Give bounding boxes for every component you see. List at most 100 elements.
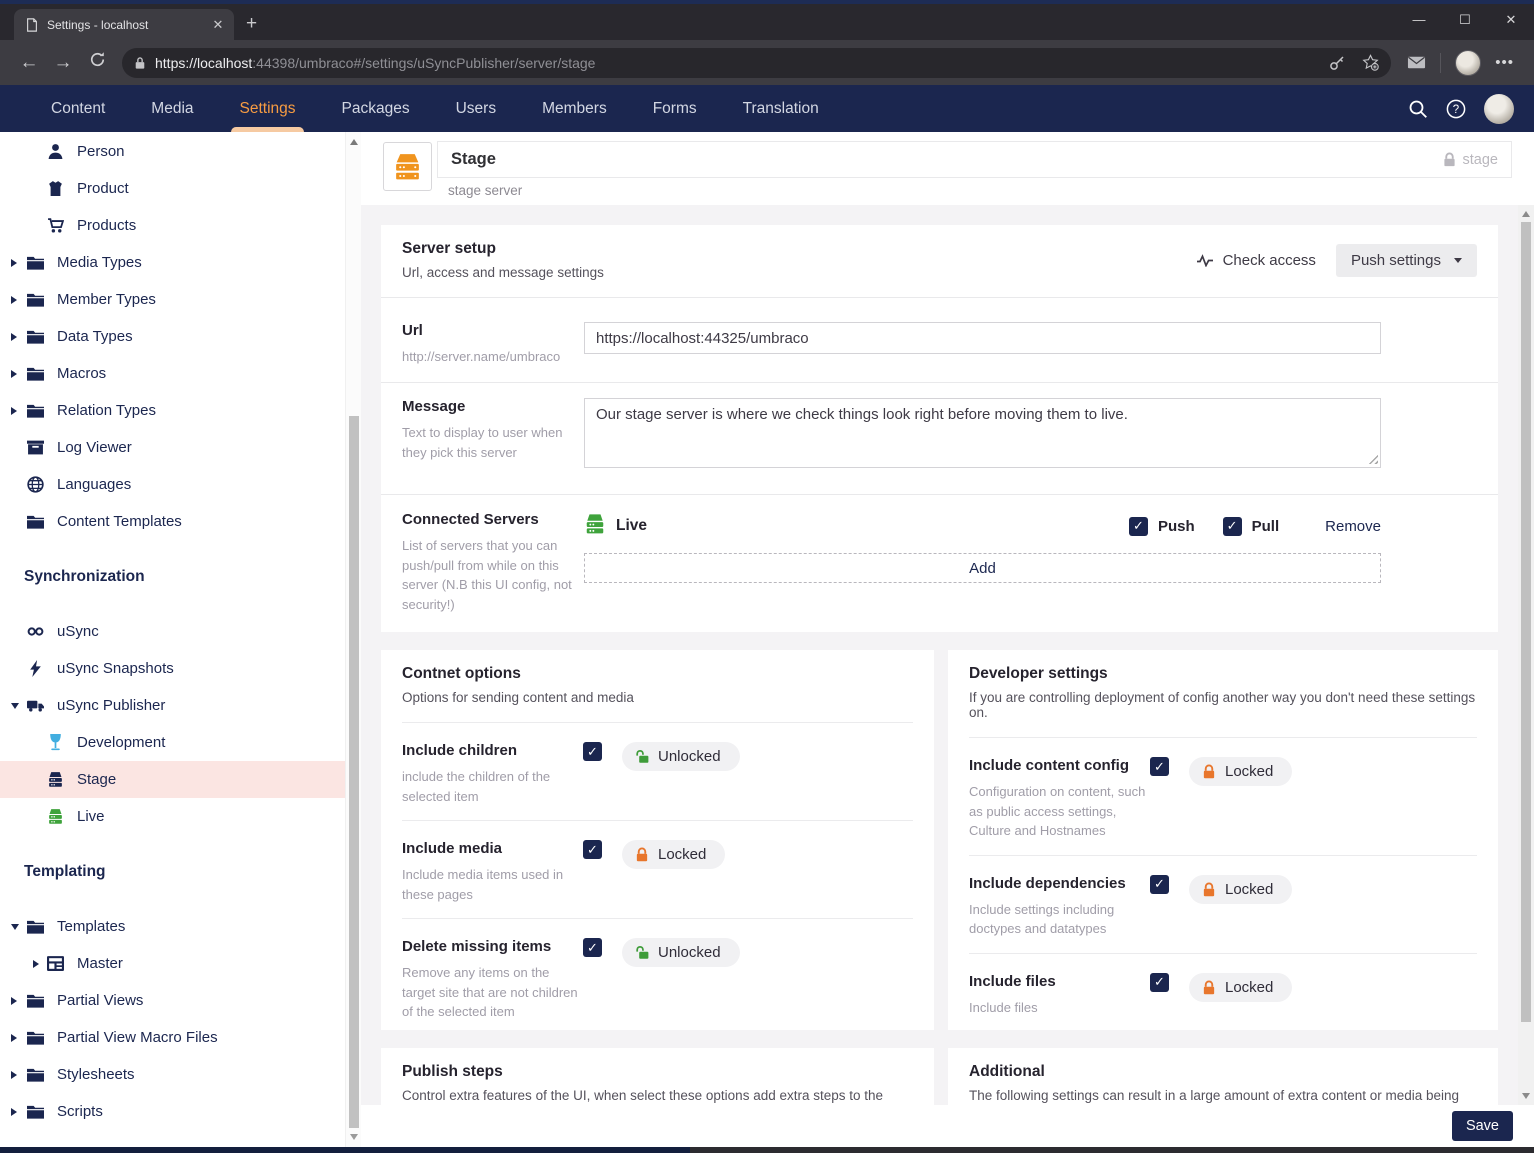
sidebar-item-member-types[interactable]: Member Types: [0, 281, 345, 318]
sidebar-item-usync-publisher[interactable]: uSync Publisher: [0, 687, 345, 724]
nav-item-members[interactable]: Members: [519, 85, 630, 132]
scroll-up-arrow-icon[interactable]: [1522, 211, 1530, 217]
sidebar-item-macros[interactable]: Macros: [0, 355, 345, 392]
sidebar-item-usync-snapshots[interactable]: uSync Snapshots: [0, 650, 345, 687]
nav-item-settings[interactable]: Settings: [217, 85, 319, 132]
locked-badge[interactable]: Locked: [1189, 973, 1292, 1002]
include-content-config-checkbox[interactable]: ✓: [1150, 757, 1169, 776]
include-media-checkbox[interactable]: ✓: [583, 840, 602, 859]
caret-right-icon[interactable]: [11, 259, 17, 267]
address-bar[interactable]: https://localhost:44398/umbraco#/setting…: [122, 48, 1391, 78]
refresh-button[interactable]: [80, 51, 114, 74]
main-scrollbar[interactable]: [1518, 205, 1534, 1105]
sidebar-item-live[interactable]: Live: [0, 798, 345, 835]
entity-icon-box[interactable]: [383, 142, 432, 191]
nav-item-media[interactable]: Media: [128, 85, 216, 132]
sidebar-item-stylesheets[interactable]: Stylesheets: [0, 1056, 345, 1093]
back-button[interactable]: ←: [12, 52, 46, 74]
caret-right-icon[interactable]: [11, 1071, 17, 1079]
caret-down-icon[interactable]: [11, 924, 19, 930]
window-close-button[interactable]: ✕: [1488, 6, 1534, 34]
mail-icon[interactable]: [1407, 55, 1426, 70]
locked-badge[interactable]: Locked: [1189, 875, 1292, 904]
check-access-button[interactable]: Check access: [1196, 252, 1316, 269]
include-dependencies-checkbox[interactable]: ✓: [1150, 875, 1169, 894]
nav-item-content[interactable]: Content: [28, 85, 128, 132]
window-minimize-button[interactable]: —: [1396, 6, 1442, 34]
folder-icon: [27, 1103, 44, 1120]
sidebar-item-log-viewer[interactable]: Log Viewer: [0, 429, 345, 466]
sidebar-scrollbar[interactable]: [345, 132, 361, 1147]
sidebar-item-products[interactable]: Products: [0, 207, 345, 244]
caret-right-icon[interactable]: [11, 407, 17, 415]
push-settings-dropdown[interactable]: Push settings: [1336, 244, 1477, 277]
sidebar-item-templates[interactable]: Templates: [0, 908, 345, 945]
caret-right-icon[interactable]: [11, 1108, 17, 1116]
window-maximize-button[interactable]: ☐: [1442, 6, 1488, 34]
scroll-down-arrow-icon[interactable]: [350, 1134, 358, 1140]
server-url-input[interactable]: [584, 322, 1381, 354]
password-key-icon[interactable]: [1329, 54, 1346, 71]
caret-right-icon[interactable]: [11, 997, 17, 1005]
push-checkbox[interactable]: ✓: [1129, 517, 1148, 536]
card-title: Publish steps: [402, 1063, 913, 1081]
caret-right-icon[interactable]: [11, 1034, 17, 1042]
search-icon[interactable]: [1408, 99, 1428, 119]
unlocked-badge[interactable]: Unlocked: [622, 742, 740, 771]
nav-item-forms[interactable]: Forms: [630, 85, 720, 132]
remove-server-link[interactable]: Remove: [1325, 518, 1381, 535]
nav-item-users[interactable]: Users: [433, 85, 519, 132]
caret-right-icon[interactable]: [11, 370, 17, 378]
caret-right-icon[interactable]: [11, 296, 17, 304]
sidebar-scrollbar-thumb[interactable]: [349, 416, 359, 1128]
add-server-button[interactable]: Add: [584, 553, 1381, 583]
include-children-checkbox[interactable]: ✓: [583, 742, 602, 761]
help-icon[interactable]: [1446, 99, 1466, 119]
connected-server-row: Live ✓ Push ✓ Pull Remove: [584, 511, 1381, 541]
window-bottom-edge: [0, 1147, 1534, 1153]
locked-badge[interactable]: Locked: [622, 840, 725, 869]
main-scrollbar-thumb[interactable]: [1521, 222, 1531, 1022]
sidebar-item-person[interactable]: Person: [0, 133, 345, 170]
save-button[interactable]: Save: [1452, 1111, 1513, 1141]
caret-down-icon[interactable]: [11, 703, 19, 709]
sidebar-item-partial-view-macro-files[interactable]: Partial View Macro Files: [0, 1019, 345, 1056]
tab-close-icon[interactable]: ✕: [210, 17, 226, 33]
caret-right-icon[interactable]: [33, 960, 39, 968]
browser-menu-icon[interactable]: •••: [1495, 54, 1514, 71]
forward-button[interactable]: →: [46, 52, 80, 74]
caret-right-icon[interactable]: [11, 333, 17, 341]
server-message-textarea[interactable]: Our stage server is where we check thing…: [584, 398, 1381, 468]
sidebar-item-stage[interactable]: Stage: [0, 761, 345, 798]
entity-title-field[interactable]: Stage stage: [437, 141, 1512, 178]
folder-icon: [27, 402, 44, 419]
sidebar-item-product[interactable]: Product: [0, 170, 345, 207]
sidebar-item-usync[interactable]: uSync: [0, 613, 345, 650]
sidebar-item-development[interactable]: Development: [0, 724, 345, 761]
url-text[interactable]: https://localhost:44398/umbraco#/setting…: [155, 55, 1320, 71]
sidebar-item-master[interactable]: Master: [0, 945, 345, 982]
browser-tab[interactable]: Settings - localhost ✕: [14, 9, 234, 40]
unlocked-badge[interactable]: Unlocked: [622, 938, 740, 967]
scroll-up-arrow-icon[interactable]: [350, 139, 358, 145]
sidebar-item-content-templates[interactable]: Content Templates: [0, 503, 345, 540]
new-tab-button[interactable]: +: [246, 13, 257, 35]
delete-missing-items-checkbox[interactable]: ✓: [583, 938, 602, 957]
scroll-down-arrow-icon[interactable]: [1522, 1093, 1530, 1099]
sidebar-item-languages[interactable]: Languages: [0, 466, 345, 503]
site-security-lock-icon[interactable]: [134, 56, 146, 70]
pull-checkbox[interactable]: ✓: [1223, 517, 1242, 536]
sidebar-item-relation-types[interactable]: Relation Types: [0, 392, 345, 429]
include-files-checkbox[interactable]: ✓: [1150, 973, 1169, 992]
sidebar-item-scripts[interactable]: Scripts: [0, 1093, 345, 1130]
nav-item-packages[interactable]: Packages: [319, 85, 433, 132]
sidebar-item-media-types[interactable]: Media Types: [0, 244, 345, 281]
locked-badge[interactable]: Locked: [1189, 757, 1292, 786]
sidebar-item-partial-views[interactable]: Partial Views: [0, 982, 345, 1019]
user-avatar[interactable]: [1484, 94, 1514, 124]
browser-profile-avatar[interactable]: [1455, 50, 1481, 76]
pulse-icon: [1196, 254, 1214, 267]
favorite-star-icon[interactable]: [1362, 54, 1379, 71]
nav-item-translation[interactable]: Translation: [720, 85, 842, 132]
sidebar-item-data-types[interactable]: Data Types: [0, 318, 345, 355]
